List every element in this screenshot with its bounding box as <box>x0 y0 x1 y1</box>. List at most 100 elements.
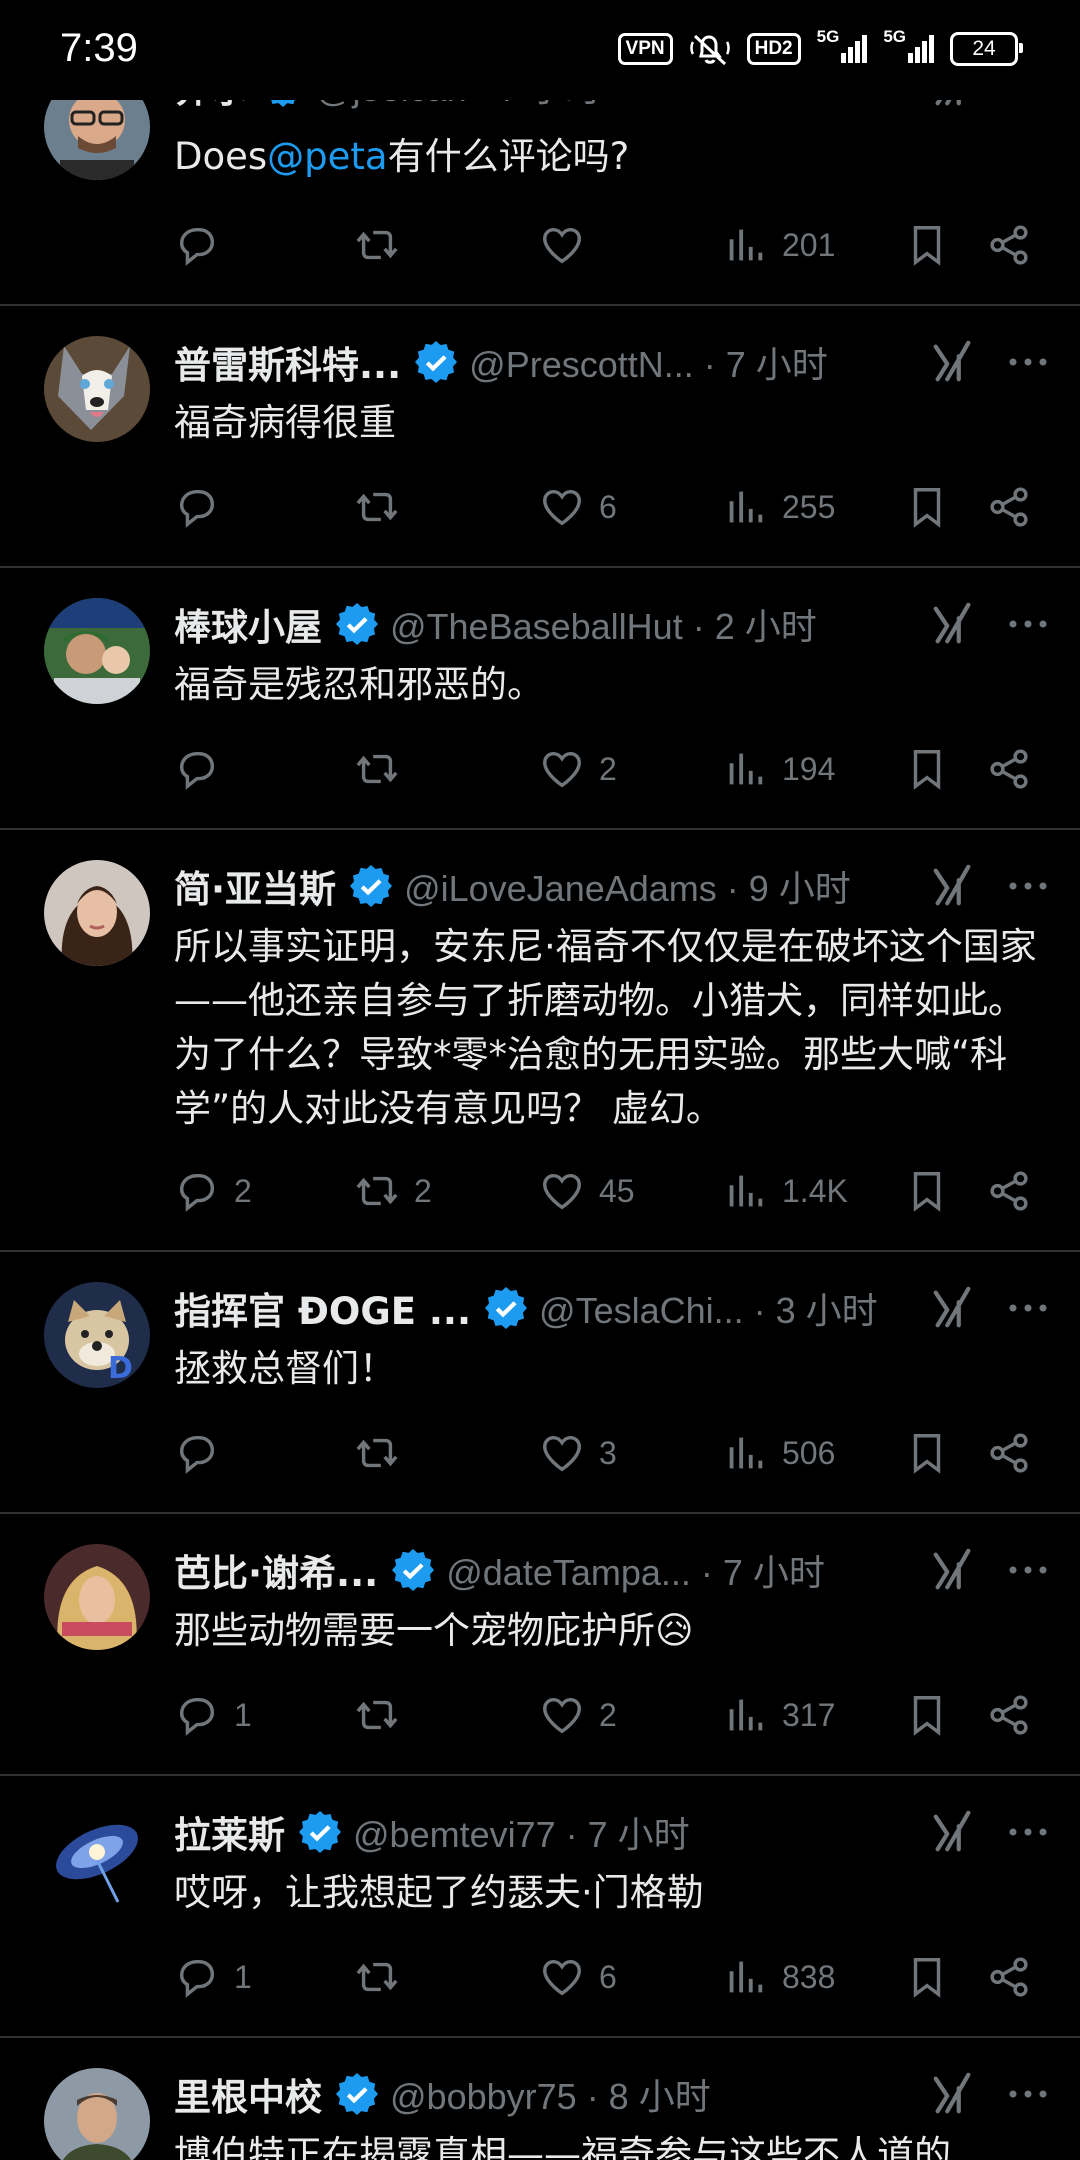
hd-icon: HD2 <box>746 33 801 65</box>
like-button[interactable]: 2 <box>539 739 617 799</box>
retweet-button[interactable]: 2 <box>354 1161 432 1221</box>
grok-icon[interactable] <box>930 339 976 385</box>
bookmark-button[interactable] <box>904 477 950 537</box>
reply-button[interactable]: 1 <box>174 1685 252 1745</box>
views-button[interactable]: 506 <box>722 1423 835 1483</box>
display-name[interactable]: 普雷斯科特... <box>174 335 401 389</box>
reply-button[interactable] <box>174 739 234 799</box>
avatar[interactable] <box>44 598 150 704</box>
tweet[interactable]: 简·亚当斯 @iLoveJaneAdams · 9 小时 所以事实证明，安东尼·… <box>0 828 1080 1252</box>
tweet[interactable]: 芭比·谢希... @dateTampa... · 7 小时 那些动物需要一个宠物… <box>0 1512 1080 1776</box>
display-name[interactable]: 指挥官 ĐOGE ... <box>174 1281 471 1335</box>
more-options-icon[interactable] <box>1006 614 1050 634</box>
share-button[interactable] <box>986 477 1032 537</box>
display-name[interactable]: 里根中校 <box>174 2067 322 2121</box>
reply-button[interactable]: 1 <box>174 1947 252 2007</box>
views-button[interactable]: 194 <box>722 739 835 799</box>
retweet-button[interactable] <box>354 739 414 799</box>
share-button[interactable] <box>986 1685 1032 1745</box>
avatar[interactable] <box>44 860 150 966</box>
tweet-actions: 1 2 317 <box>174 1685 1040 1745</box>
tweet-text: Does@peta有什么评论吗? <box>174 135 630 178</box>
bookmark-button[interactable] <box>904 1423 950 1483</box>
retweet-button[interactable] <box>354 1947 414 2007</box>
views-button[interactable]: 838 <box>722 1947 835 2007</box>
views-button[interactable]: 255 <box>722 477 835 537</box>
avatar[interactable]: D <box>44 1282 150 1388</box>
display-name[interactable]: 拉莱斯 <box>174 1805 285 1859</box>
bookmark-button[interactable] <box>904 215 950 275</box>
reply-icon <box>179 1697 215 1736</box>
tweet-meta: @PrescottN... · 7 小时 <box>469 344 828 385</box>
share-button[interactable] <box>986 739 1032 799</box>
reply-button[interactable] <box>174 215 234 275</box>
share-button[interactable] <box>986 215 1032 275</box>
grok-icon[interactable] <box>930 1547 976 1593</box>
display-name[interactable]: 芭比·谢希... <box>174 1543 378 1597</box>
tweet[interactable]: 里根中校 @bobbyr75 · 8 小时 博伯特正在揭露真相——福奇参与这些不… <box>0 2036 1080 2160</box>
tweet[interactable]: 拉莱斯 @bemtevi77 · 7 小时 哎呀，让我想起了约瑟夫·门格勒 1 … <box>0 1774 1080 2038</box>
grok-icon[interactable] <box>930 1809 976 1855</box>
like-button[interactable]: 6 <box>539 477 617 537</box>
bookmark-icon <box>913 750 941 790</box>
tweet-actions: 2 2 45 1.4K <box>174 1161 1040 1221</box>
tweet[interactable]: D 指挥官 ĐOGE ... @TeslaChi... · 3 小时 拯救总督们… <box>0 1250 1080 1514</box>
views-chart-icon <box>729 1961 763 1993</box>
bookmark-button[interactable] <box>904 1161 950 1221</box>
battery-icon: 24 <box>950 32 1023 66</box>
share-button[interactable] <box>986 1947 1032 2007</box>
like-button[interactable]: 2 <box>539 1685 617 1745</box>
bookmark-button[interactable] <box>904 1685 950 1745</box>
grok-icon[interactable] <box>930 1285 976 1331</box>
more-options-icon[interactable] <box>1006 1822 1050 1842</box>
like-button[interactable]: 3 <box>539 1423 617 1483</box>
tweet-meta: @dateTampa... · 7 小时 <box>446 1552 825 1593</box>
tweet-header: 里根中校 @bobbyr75 · 8 小时 <box>174 2064 1050 2124</box>
views-button[interactable]: 317 <box>722 1685 835 1745</box>
status-bar: 7:39 VPN HD2 5G 5G 24 <box>0 0 1080 100</box>
views-chart-icon <box>729 491 763 523</box>
avatar[interactable] <box>44 336 150 442</box>
retweet-icon <box>356 1962 398 1992</box>
retweet-button[interactable] <box>354 1685 414 1745</box>
avatar[interactable] <box>44 2068 150 2160</box>
tweet-actions: 6 255 <box>174 477 1040 537</box>
tweet-text: 博伯特正在揭露真相——福奇参与这些不人道的 <box>174 2133 951 2160</box>
tweet[interactable]: 普雷斯科特... @PrescottN... · 7 小时 福奇病得很重 6 2… <box>0 304 1080 568</box>
like-button[interactable]: 45 <box>539 1161 635 1221</box>
bookmark-button[interactable] <box>904 739 950 799</box>
views-button[interactable]: 201 <box>722 215 835 275</box>
share-button[interactable] <box>986 1423 1032 1483</box>
reply-button[interactable]: 2 <box>174 1161 252 1221</box>
retweet-button[interactable] <box>354 215 414 275</box>
like-button[interactable]: 6 <box>539 1947 617 2007</box>
grok-icon[interactable] <box>930 601 976 647</box>
more-options-icon[interactable] <box>1006 1560 1050 1580</box>
grok-icon[interactable] <box>930 2071 976 2117</box>
tweet-actions: 1 6 838 <box>174 1947 1040 2007</box>
avatar[interactable] <box>44 1806 150 1912</box>
display-name[interactable]: 简·亚当斯 <box>174 859 336 913</box>
reply-button[interactable] <box>174 1423 234 1483</box>
avatar[interactable] <box>44 1544 150 1650</box>
retweet-button[interactable] <box>354 477 414 537</box>
retweet-icon <box>356 230 398 260</box>
more-options-icon[interactable] <box>1006 876 1050 896</box>
bookmark-icon <box>913 1434 941 1474</box>
verified-badge-icon <box>299 1811 341 1853</box>
views-button[interactable]: 1.4K <box>722 1161 848 1221</box>
bookmark-button[interactable] <box>904 1947 950 2007</box>
more-options-icon[interactable] <box>1006 2084 1050 2104</box>
display-name[interactable]: 棒球小屋 <box>174 597 322 651</box>
tweet[interactable]: 棒球小屋 @TheBaseballHut · 2 小时 福奇是残忍和邪恶的。 2… <box>0 566 1080 830</box>
reply-button[interactable] <box>174 477 234 537</box>
mention-link[interactable]: @peta <box>267 135 387 178</box>
mute-icon <box>689 34 730 66</box>
share-button[interactable] <box>986 1161 1032 1221</box>
more-options-icon[interactable] <box>1006 352 1050 372</box>
more-options-icon[interactable] <box>1006 1298 1050 1318</box>
bookmark-icon <box>913 1958 941 1998</box>
retweet-button[interactable] <box>354 1423 414 1483</box>
grok-icon[interactable] <box>930 863 976 909</box>
like-button[interactable] <box>539 215 599 275</box>
